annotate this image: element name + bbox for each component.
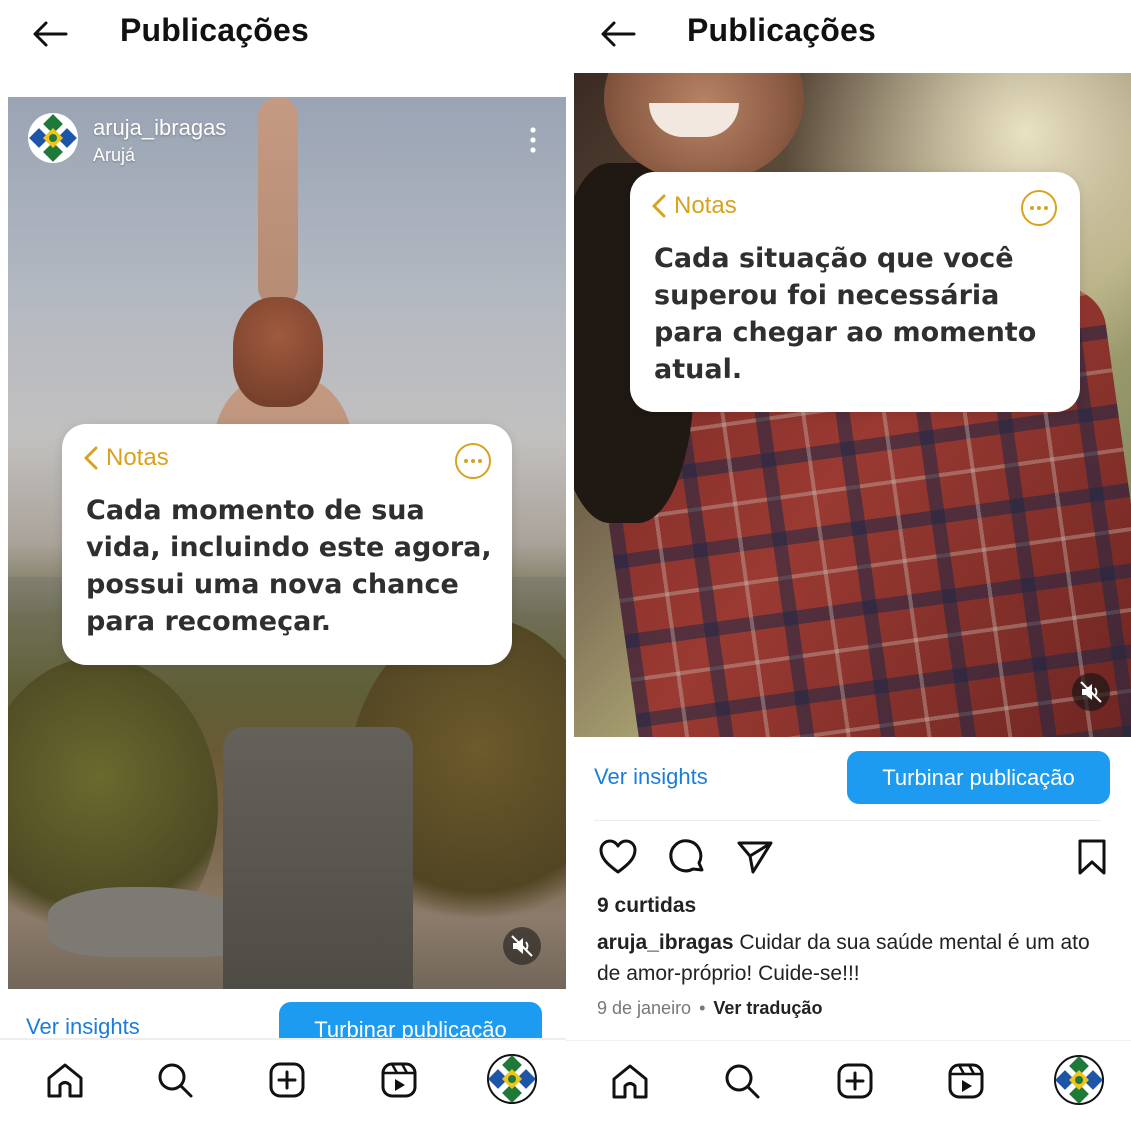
search-icon[interactable] bbox=[720, 1059, 764, 1103]
reels-icon[interactable] bbox=[944, 1059, 988, 1103]
caption-username[interactable]: aruja_ibragas bbox=[597, 931, 734, 954]
reels-icon[interactable] bbox=[377, 1058, 421, 1102]
post-date: 9 de janeiro bbox=[597, 998, 692, 1018]
right-screen: Publicações Notas Cada situação que você… bbox=[566, 0, 1131, 1124]
page-title: Publicações bbox=[687, 12, 876, 48]
home-icon[interactable] bbox=[43, 1058, 87, 1102]
left-screen: Publicações aruja_ibragas Arujá Notas Ca… bbox=[0, 0, 566, 1124]
muted-speaker-icon[interactable] bbox=[1071, 672, 1111, 712]
view-insights-link[interactable]: Ver insights bbox=[26, 1014, 140, 1040]
chevron-left-icon bbox=[652, 194, 666, 218]
view-insights-link[interactable]: Ver insights bbox=[594, 764, 708, 790]
avatar[interactable] bbox=[28, 113, 78, 163]
bottom-nav bbox=[566, 1040, 1131, 1124]
boost-post-button[interactable]: Turbinar publicação bbox=[847, 751, 1110, 804]
notes-back: Notas bbox=[82, 444, 169, 472]
chevron-left-icon bbox=[84, 446, 98, 470]
divider bbox=[594, 820, 1101, 821]
header: Publicações bbox=[566, 0, 1131, 70]
bottom-nav bbox=[0, 1040, 566, 1124]
home-icon[interactable] bbox=[608, 1059, 652, 1103]
page-title: Publicações bbox=[120, 12, 309, 48]
search-icon[interactable] bbox=[153, 1058, 197, 1102]
comment-icon[interactable] bbox=[666, 836, 708, 878]
meta-separator: • bbox=[699, 998, 706, 1018]
more-circle-icon bbox=[1021, 190, 1057, 226]
see-translation-link[interactable]: Ver tradução bbox=[713, 998, 822, 1018]
profile-avatar[interactable] bbox=[1054, 1055, 1104, 1105]
post-username[interactable]: aruja_ibragas bbox=[93, 115, 226, 141]
notes-label: Notas bbox=[674, 192, 737, 219]
profile-avatar[interactable] bbox=[487, 1054, 537, 1104]
more-circle-icon bbox=[455, 443, 491, 479]
bookmark-icon[interactable] bbox=[1071, 836, 1113, 878]
note-text: Cada momento de sua vida, incluindo este… bbox=[86, 495, 492, 637]
create-post-icon[interactable] bbox=[833, 1059, 877, 1103]
note-text: Cada situação que você superou foi neces… bbox=[654, 243, 1037, 385]
note-card: Notas Cada momento de sua vida, incluind… bbox=[62, 424, 512, 665]
back-arrow-icon[interactable] bbox=[598, 14, 638, 54]
notes-back: Notas bbox=[650, 192, 737, 220]
create-post-icon[interactable] bbox=[265, 1058, 309, 1102]
more-options-icon[interactable] bbox=[525, 125, 541, 155]
like-heart-icon[interactable] bbox=[597, 836, 639, 878]
header: Publicações bbox=[0, 0, 566, 70]
post-caption: aruja_ibragas Cuidar da sua saúde mental… bbox=[597, 927, 1117, 989]
post-location[interactable]: Arujá bbox=[93, 145, 135, 166]
back-arrow-icon[interactable] bbox=[30, 14, 70, 54]
notes-label: Notas bbox=[106, 444, 169, 471]
note-card: Notas Cada situação que você superou foi… bbox=[630, 172, 1080, 412]
likes-count[interactable]: 9 curtidas bbox=[597, 894, 696, 918]
muted-speaker-icon[interactable] bbox=[502, 926, 542, 966]
post-meta: 9 de janeiro • Ver tradução bbox=[597, 998, 822, 1019]
share-send-icon[interactable] bbox=[734, 836, 776, 878]
